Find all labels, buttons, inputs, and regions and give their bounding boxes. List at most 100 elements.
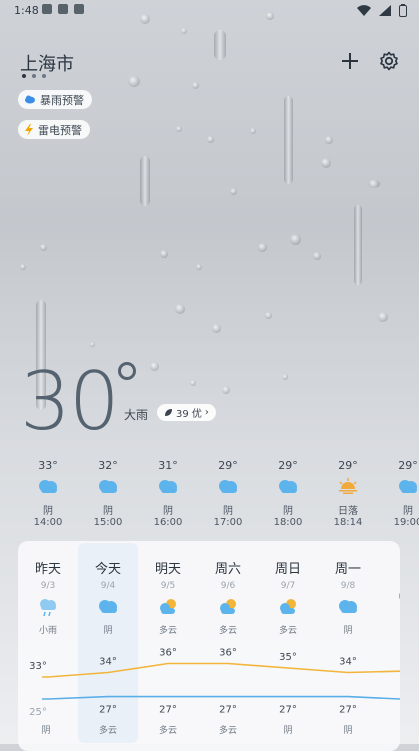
- hour-time: 18:14: [333, 517, 363, 528]
- day-condition: 多云: [218, 626, 237, 636]
- aqi-value: 39 优: [176, 409, 202, 420]
- notification-icon: [42, 4, 52, 14]
- hour-time: 14:00: [33, 517, 63, 528]
- day-column[interactable]: 周: [378, 541, 400, 611]
- day-condition: 阴: [343, 626, 353, 636]
- day-condition: 多云: [158, 626, 177, 636]
- day-date: 9/3: [40, 581, 56, 591]
- hourly-forecast[interactable]: 33° 阴 14:00 32° 阴 15:00 31° 阴 16:00 29° …: [18, 459, 419, 529]
- day-name: 周: [378, 558, 400, 577]
- hour-condition: 阴: [283, 506, 293, 517]
- day-name: 周一: [334, 562, 361, 577]
- status-time: 1:48: [14, 4, 39, 17]
- hour-temp: 29°: [398, 459, 418, 472]
- hour-temp: 33°: [38, 459, 58, 472]
- alert-label: 雷电预警: [38, 123, 82, 137]
- sunset-icon: [339, 478, 357, 494]
- cloud-icon: [39, 480, 57, 493]
- light-rain-icon: [40, 599, 56, 617]
- day-column[interactable]: 昨天 9/3 小雨: [18, 541, 78, 636]
- lightning-icon: [25, 123, 33, 136]
- cloud-icon: [399, 480, 417, 493]
- degree-symbol: [118, 362, 136, 380]
- cloud-icon: [279, 480, 297, 493]
- hour-temp: 29°: [218, 459, 238, 472]
- alert-thunder[interactable]: 雷电预警: [18, 120, 90, 139]
- settings-button[interactable]: [376, 48, 402, 74]
- hour-item: 31° 阴 16:00: [138, 459, 198, 528]
- signal-icon: [379, 5, 391, 16]
- day-condition: 多云: [278, 626, 297, 636]
- partly-cloudy-icon: [220, 599, 236, 614]
- temperature-trend-chart: 33° 25° 阴 34° 27° 多云 36° 27° 多云 36° 27° 多云 35° 27° 阴 34…: [29, 648, 400, 736]
- hour-temp: 29°: [278, 459, 298, 472]
- partly-cloudy-icon: [160, 599, 176, 614]
- low-temp-label: 27°: [339, 705, 357, 716]
- system-icons: [357, 4, 407, 17]
- day-column[interactable]: 明天 9/5 多云: [138, 541, 198, 636]
- hour-time: 17:00: [213, 517, 243, 528]
- hour-condition: 阴: [403, 506, 413, 517]
- alert-rainstorm[interactable]: 暴雨预警: [18, 90, 92, 109]
- temperature-line: [42, 695, 400, 700]
- day-date: 9/7: [280, 581, 296, 591]
- leaf-icon: [165, 409, 172, 416]
- page-dot: [42, 74, 46, 78]
- day-column[interactable]: 周六 9/6 多云: [198, 541, 258, 636]
- hour-time: 18:00: [273, 517, 303, 528]
- hour-time: 15:00: [93, 517, 123, 528]
- day-column[interactable]: 周一 9/8 阴: [318, 541, 378, 636]
- chevron-right-icon: ›: [204, 407, 209, 418]
- cloud-icon: [219, 480, 237, 493]
- day-name: 昨天: [34, 562, 61, 577]
- hour-time: 19:00: [393, 517, 419, 528]
- day-name: 明天: [154, 562, 181, 577]
- cloud-icon: [399, 592, 400, 600]
- cloud-icon: [99, 600, 117, 613]
- low-temp-label: 27°: [99, 705, 117, 716]
- hour-item: 29° 阴 18:00: [258, 459, 318, 528]
- cloud-rain-icon: [25, 95, 35, 103]
- hour-item: 32° 阴 15:00: [78, 459, 138, 528]
- hour-condition: 日落: [338, 506, 358, 517]
- high-temp-label: 36°: [219, 648, 237, 659]
- cloud-icon: [339, 600, 357, 613]
- night-condition-label: 多云: [99, 724, 117, 736]
- page-indicator: [22, 74, 46, 78]
- cloud-icon: [159, 480, 177, 493]
- night-condition-label: 多云: [159, 724, 177, 736]
- aqi-badge[interactable]: 39 优 ›: [157, 404, 216, 421]
- day-date: 9/6: [220, 581, 236, 591]
- day-name: 周六: [214, 562, 241, 577]
- add-city-button[interactable]: [337, 48, 363, 74]
- hour-item: 29° 阴 19:00: [378, 459, 419, 528]
- high-temp-label: 35°: [279, 652, 297, 663]
- plus-icon: [342, 53, 358, 69]
- battery-icon: [399, 4, 407, 17]
- day-column[interactable]: 周日 9/7 多云: [258, 541, 318, 636]
- city-name[interactable]: 上海市: [20, 50, 74, 76]
- hour-temp: 29°: [338, 459, 358, 472]
- night-condition-label: 阴: [41, 725, 50, 736]
- daily-forecast-card[interactable]: 昨天 9/3 小雨 今天 9/4 阴 明天 9/5 多云 周六 9/6 多云 周…: [18, 541, 400, 751]
- page-dot: [22, 74, 26, 78]
- day-condition: 小雨: [38, 626, 57, 636]
- hour-condition: 阴: [163, 506, 173, 517]
- cloud-icon: [99, 480, 117, 493]
- low-temp-label: 27°: [279, 705, 297, 716]
- hour-temp: 32°: [98, 459, 118, 472]
- hour-condition: 阴: [103, 506, 113, 517]
- hour-item: 33° 阴 14:00: [18, 459, 78, 528]
- hour-condition: 阴: [223, 506, 233, 517]
- night-condition-label: 多云: [219, 724, 237, 736]
- day-date: 9/4: [100, 581, 116, 591]
- hour-item: 29° 阴 17:00: [198, 459, 258, 528]
- low-temp-label: 27°: [159, 705, 177, 716]
- day-name: 周日: [274, 562, 301, 577]
- hour-time: 16:00: [153, 517, 183, 528]
- night-condition-label: 阴: [283, 725, 292, 736]
- hour-condition: 阴: [43, 506, 53, 517]
- day-date: 9/8: [340, 581, 356, 591]
- night-condition-label: 阴: [343, 725, 352, 736]
- page-dot: [32, 74, 36, 78]
